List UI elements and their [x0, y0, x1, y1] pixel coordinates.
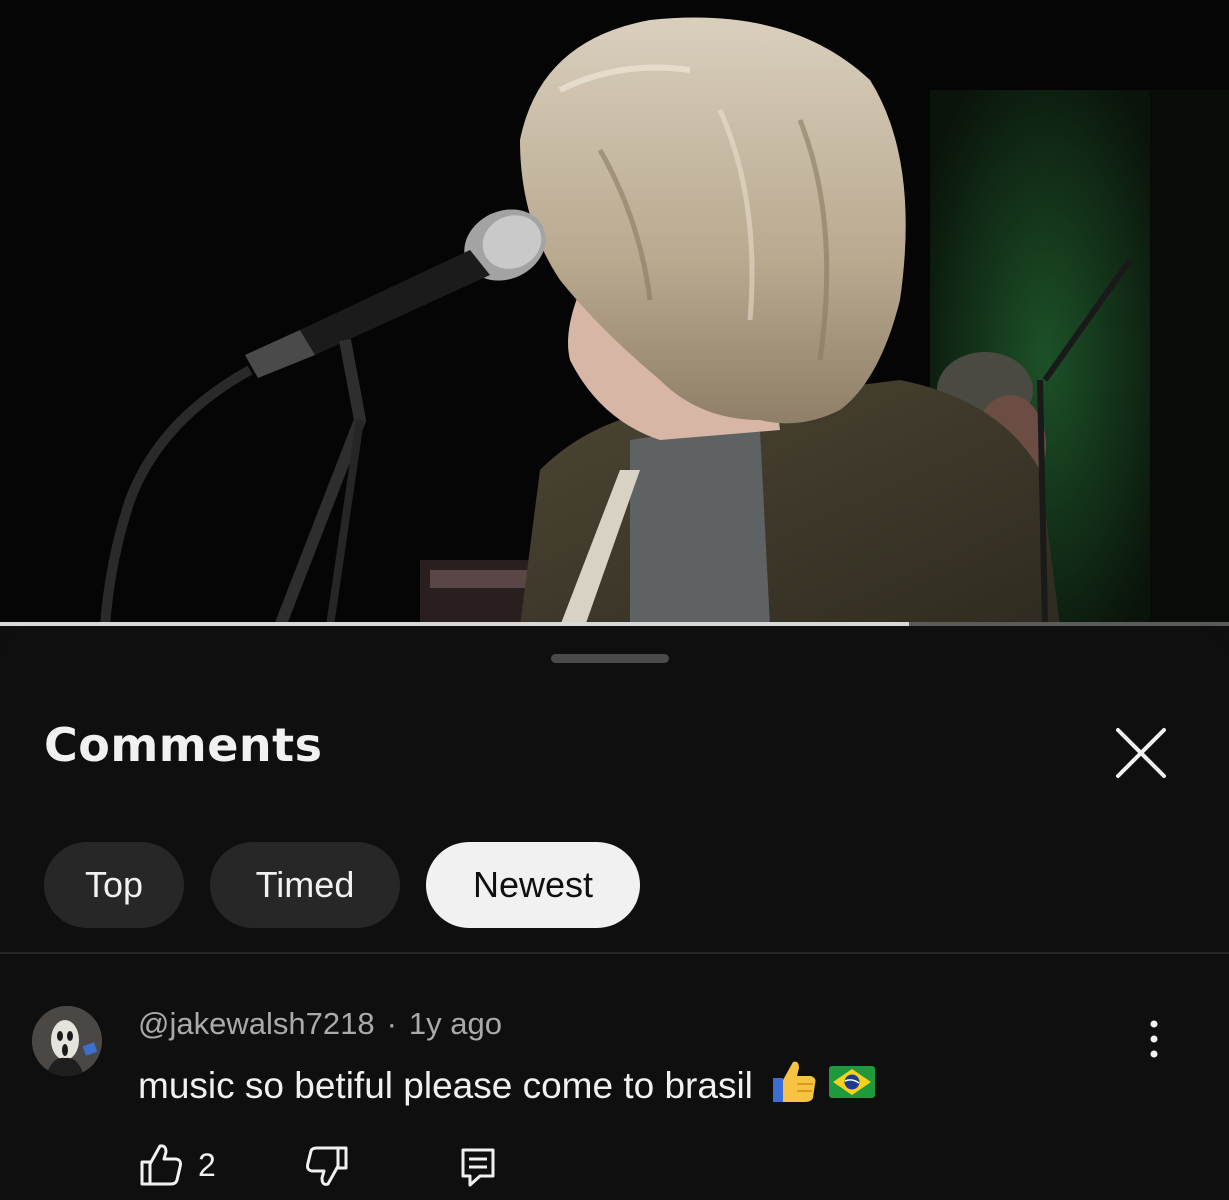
thumbs-up-emoji	[767, 1058, 817, 1113]
avatar[interactable]	[32, 1006, 102, 1076]
video-frame	[0, 0, 1229, 626]
video-progress-bar[interactable]	[0, 622, 1229, 626]
reply-icon	[461, 1148, 495, 1187]
avatar-image	[32, 1006, 102, 1076]
sort-chips: Top Timed Newest	[44, 842, 640, 928]
comment-body: music so betiful please come to brasil	[138, 1058, 875, 1113]
comments-title: Comments	[44, 718, 323, 772]
more-options-button[interactable]	[1136, 1016, 1172, 1062]
close-icon	[1116, 728, 1166, 778]
like-button[interactable]: 2	[138, 1142, 216, 1188]
comment-time: 1y ago	[408, 1006, 502, 1041]
comment-text: music so betiful please come to brasil	[138, 1064, 753, 1106]
comment-author[interactable]: @jakewalsh7218	[138, 1006, 375, 1041]
comment-meta: @jakewalsh7218 · 1y ago	[138, 1006, 502, 1042]
drag-handle[interactable]	[551, 654, 669, 663]
thumbs-down-icon	[306, 1146, 348, 1186]
meta-separator: ·	[386, 1006, 397, 1041]
dislike-button[interactable]	[304, 1144, 350, 1194]
video-player[interactable]	[0, 0, 1229, 626]
sort-chip-top[interactable]: Top	[44, 842, 184, 928]
thumbs-up-icon	[140, 1144, 182, 1186]
close-button[interactable]	[1108, 720, 1174, 786]
brazil-flag-emoji	[828, 1065, 875, 1107]
sort-chip-timed[interactable]: Timed	[210, 842, 400, 928]
comments-sheet: Comments Top Timed Newest @jakewalsh7218…	[0, 630, 1229, 1200]
more-vertical-icon	[1150, 1020, 1158, 1058]
sort-chip-newest[interactable]: Newest	[426, 842, 640, 928]
like-count: 2	[198, 1146, 216, 1183]
divider	[0, 952, 1229, 954]
reply-button[interactable]	[458, 1146, 498, 1192]
video-progress-fill	[0, 622, 910, 626]
